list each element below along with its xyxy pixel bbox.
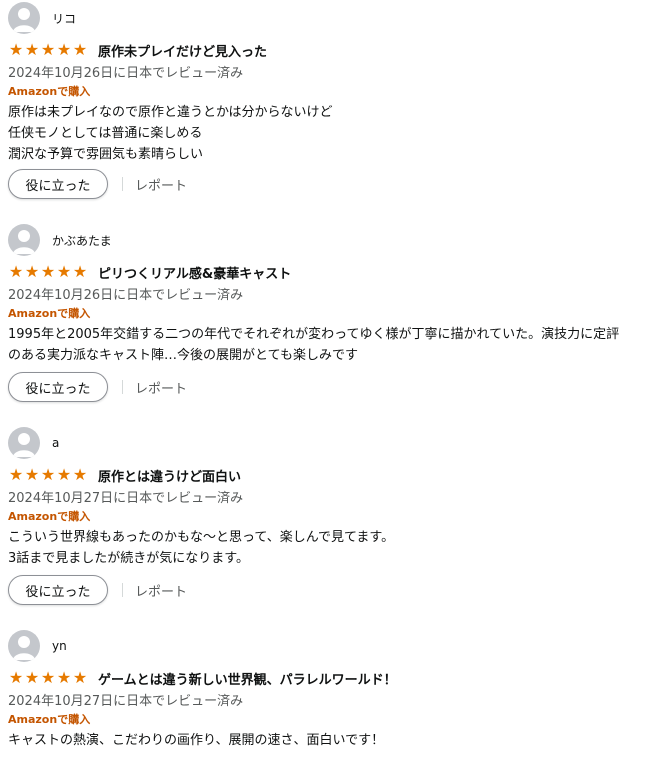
star-rating[interactable]: ★ ★ ★ ★ ★ xyxy=(8,670,88,686)
star-icon: ★ xyxy=(24,668,40,687)
report-link[interactable]: レポート xyxy=(135,175,187,194)
verified-purchase-badge: Amazonで購入 xyxy=(8,307,91,320)
star-rating[interactable]: ★ ★ ★ ★ ★ xyxy=(8,42,88,58)
avatar-icon xyxy=(8,630,40,662)
verified-purchase-badge: Amazonで購入 xyxy=(8,510,91,523)
verified-purchase-badge: Amazonで購入 xyxy=(8,713,91,726)
star-icon: ★ xyxy=(24,465,40,484)
star-icon: ★ xyxy=(72,40,88,59)
helpful-button[interactable]: 役に立った xyxy=(8,575,108,605)
review-body: 原作は未プレイなので原作と違うとかは分からないけど 任侠モノとしては普通に楽しめ… xyxy=(8,102,332,165)
reviewer-profile[interactable]: リコ xyxy=(8,2,76,34)
review-title[interactable]: ピリつくリアル感&豪華キャスト xyxy=(98,263,291,282)
reviewer-name: a xyxy=(52,436,60,450)
reviewer-profile[interactable]: a xyxy=(8,427,59,459)
review-date: 2024年10月27日に日本でレビュー済み xyxy=(8,694,244,709)
star-icon: ★ xyxy=(40,465,56,484)
star-icon: ★ xyxy=(24,262,40,281)
star-icon: ★ xyxy=(72,668,88,687)
review-text-line: のある実力派なキャスト陣…今後の展開がとても楽しみです xyxy=(8,348,358,363)
helpful-button[interactable]: 役に立った xyxy=(8,169,108,199)
star-icon: ★ xyxy=(8,465,24,484)
star-icon: ★ xyxy=(24,40,40,59)
review-text-line: 潤沢な予算で雰囲気も素晴らしい xyxy=(8,147,204,162)
star-icon: ★ xyxy=(40,40,56,59)
review-title[interactable]: 原作とは違うけど面白い xyxy=(98,466,241,485)
divider xyxy=(122,380,123,394)
helpful-button[interactable]: 役に立った xyxy=(8,372,108,402)
star-rating[interactable]: ★ ★ ★ ★ ★ xyxy=(8,264,88,280)
divider xyxy=(122,583,123,597)
review-text-line: こういう世界線もあったのかもな〜と思って、楽しんで見てます。 xyxy=(8,530,395,545)
star-icon: ★ xyxy=(40,262,56,281)
review-date: 2024年10月26日に日本でレビュー済み xyxy=(8,288,244,303)
divider xyxy=(122,177,123,191)
star-icon: ★ xyxy=(56,40,72,59)
star-rating[interactable]: ★ ★ ★ ★ ★ xyxy=(8,467,88,483)
reviewer-name: リコ xyxy=(52,11,77,26)
reviewer-profile[interactable]: かぶあたま xyxy=(8,224,112,256)
review-text-line: 3話まで見ましたが続きが気になります。 xyxy=(8,551,249,566)
star-icon: ★ xyxy=(72,262,88,281)
review-body: キャストの熱演、こだわりの画作り、展開の速さ、面白いです！ xyxy=(8,730,384,751)
avatar-icon xyxy=(8,224,40,256)
star-icon: ★ xyxy=(56,668,72,687)
review-text-line: 任侠モノとしては普通に楽しめる xyxy=(8,126,203,141)
star-icon: ★ xyxy=(8,668,24,687)
reviewer-name: かぶあたま xyxy=(52,233,112,248)
report-link[interactable]: レポート xyxy=(135,581,187,600)
review-text-line: 原作は未プレイなので原作と違うとかは分からないけど xyxy=(8,105,333,120)
report-link[interactable]: レポート xyxy=(135,378,187,397)
review-title[interactable]: ゲームとは違う新しい世界観、パラレルワールド！ xyxy=(98,669,397,688)
review-title[interactable]: 原作未プレイだけど見入った xyxy=(98,41,267,60)
review-body: こういう世界線もあったのかもな〜と思って、楽しんで見てます。 3話まで見ましたが… xyxy=(8,527,394,569)
star-icon: ★ xyxy=(56,465,72,484)
star-icon: ★ xyxy=(72,465,88,484)
verified-purchase-badge: Amazonで購入 xyxy=(8,85,91,98)
reviewer-profile[interactable]: yn xyxy=(8,630,67,662)
reviewer-name: yn xyxy=(52,639,67,653)
avatar-icon xyxy=(8,427,40,459)
review-body: 1995年と2005年交錯する二つの年代でそれぞれが変わってゆく様が丁寧に描かれ… xyxy=(8,324,619,366)
star-icon: ★ xyxy=(8,262,24,281)
review-date: 2024年10月27日に日本でレビュー済み xyxy=(8,491,244,506)
star-icon: ★ xyxy=(40,668,56,687)
review-date: 2024年10月26日に日本でレビュー済み xyxy=(8,66,244,81)
review-text-line: キャストの熱演、こだわりの画作り、展開の速さ、面白いです！ xyxy=(8,733,385,748)
star-icon: ★ xyxy=(8,40,24,59)
star-icon: ★ xyxy=(56,262,72,281)
review-text-line: 1995年と2005年交錯する二つの年代でそれぞれが変わってゆく様が丁寧に描かれ… xyxy=(8,327,620,342)
avatar-icon xyxy=(8,2,40,34)
